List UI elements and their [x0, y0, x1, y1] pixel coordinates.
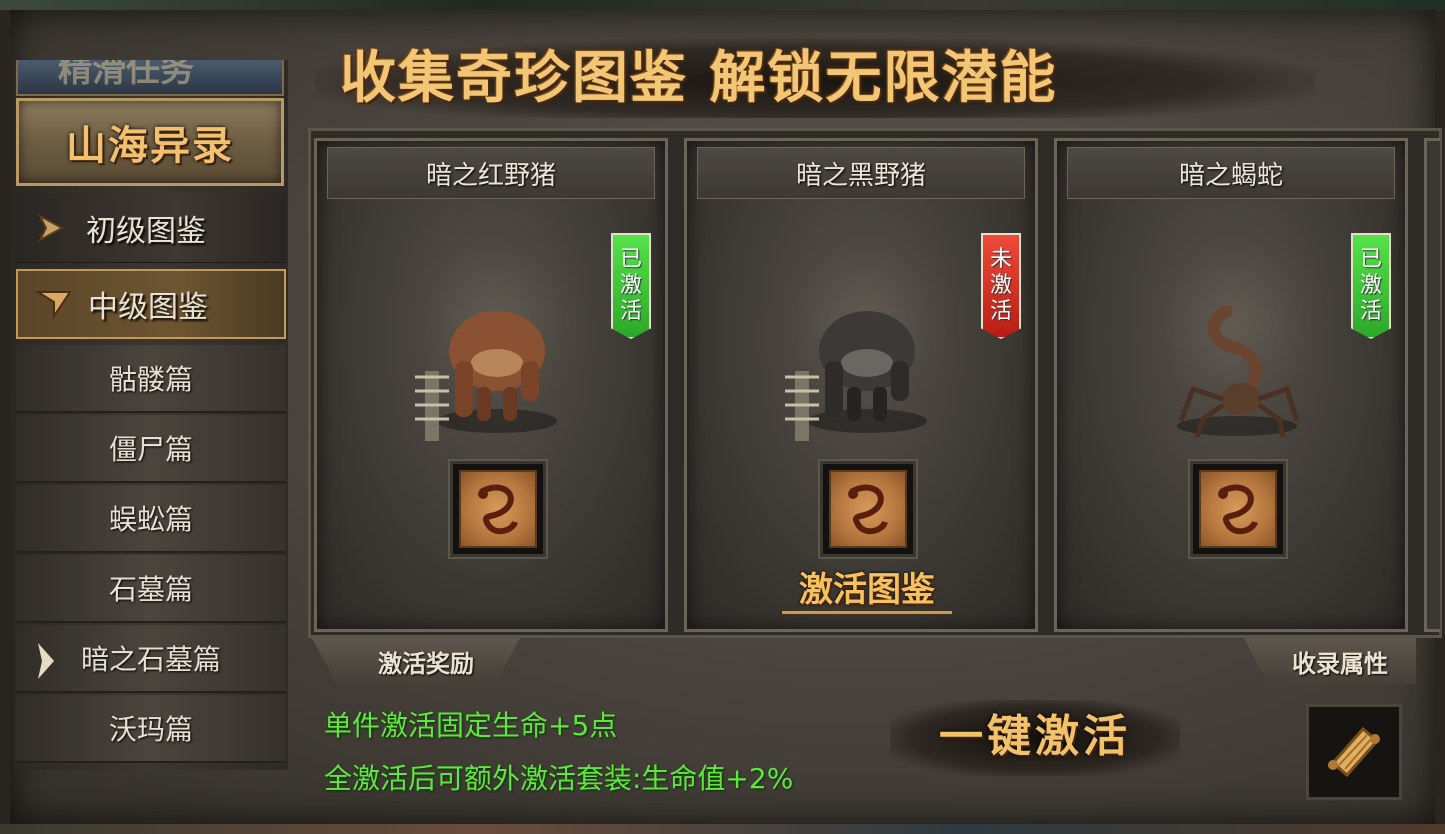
- dragon-emblem-icon: [829, 470, 907, 548]
- selected-arrow-icon: [34, 641, 58, 685]
- chevron-down-icon: [32, 282, 76, 326]
- scroll-icon: [1319, 715, 1389, 789]
- sidebar-item-label: 蜈蚣篇: [108, 503, 193, 536]
- sidebar-item-label: 骷髅篇: [108, 363, 193, 396]
- category-label: 初级图鉴: [86, 213, 206, 249]
- black-boar-icon: [767, 291, 967, 451]
- dragon-emblem-icon: [1199, 470, 1277, 548]
- status-char: 未: [989, 247, 1012, 272]
- sidebar-item-label: 暗之石墓篇: [80, 643, 221, 676]
- status-char: 活: [619, 299, 642, 324]
- sidebar-item-skeleton[interactable]: 骷髅篇: [16, 345, 286, 413]
- activate-codex-button[interactable]: 激活图鉴: [782, 566, 952, 614]
- collection-attributes-label: 收录属性: [1292, 648, 1388, 678]
- sidebar-item-stone-tomb[interactable]: 石墓篇: [16, 555, 286, 623]
- status-badge: 已 激 活: [611, 233, 651, 339]
- sidebar-section-title-label: 山海异录: [66, 122, 234, 169]
- top-scene-strip: [0, 0, 1445, 10]
- reward-line: 单件激活固定生命+5点: [324, 709, 618, 742]
- status-char: 活: [989, 299, 1012, 324]
- card-title: 暗之红野猪: [425, 160, 556, 191]
- status-char: 激: [619, 273, 642, 298]
- status-char: 激: [1359, 273, 1382, 298]
- status-badge: 未 激 活: [981, 233, 1021, 339]
- bottom-scene-strip: [0, 824, 1445, 834]
- status-char: 活: [1359, 299, 1382, 324]
- reward-line: 全激活后可额外激活套装:生命值+2%: [324, 762, 794, 795]
- card-title: 暗之黑野猪: [795, 160, 926, 191]
- category-label: 中级图鉴: [88, 290, 208, 325]
- chevron-right-icon: [30, 206, 74, 250]
- codex-item-slot[interactable]: [450, 461, 546, 557]
- page-title: 收集奇珍图鉴 解锁无限潜能: [340, 45, 1058, 111]
- activation-reward-label: 激活奖励: [378, 648, 474, 678]
- codex-card[interactable]: 暗之黑野猪 未 激 活 激活图鉴: [684, 138, 1038, 632]
- scorpion-snake-icon: [1137, 291, 1337, 451]
- sidebar-top-tab-label: 精滑任务: [58, 60, 194, 90]
- sidebar-section-title[interactable]: 山海异录: [16, 98, 284, 186]
- red-boar-icon: [397, 291, 597, 451]
- codex-item-slot[interactable]: [1190, 461, 1286, 557]
- sidebar-item-label: 僵尸篇: [108, 433, 193, 466]
- status-char: 已: [1359, 247, 1382, 272]
- scroll-button[interactable]: [1306, 704, 1402, 800]
- card-title-bar: 暗之红野猪: [327, 147, 655, 199]
- sidebar-item-dark-stone-tomb[interactable]: 暗之石墓篇: [16, 625, 286, 693]
- sidebar-top-tab[interactable]: 精滑任务: [16, 60, 284, 96]
- card-title: 暗之蝎蛇: [1178, 160, 1283, 191]
- sidebar-item-woma[interactable]: 沃玛篇: [16, 695, 286, 763]
- collection-attributes-tab[interactable]: 收录属性: [1244, 638, 1416, 684]
- card-title-bar: 暗之蝎蛇: [1067, 147, 1395, 199]
- status-badge: 已 激 活: [1351, 233, 1391, 339]
- next-card-edge: [1424, 138, 1440, 632]
- dragon-emblem-icon: [459, 470, 537, 548]
- status-char: 已: [619, 247, 642, 272]
- sidebar-item-label: 石墓篇: [108, 573, 193, 606]
- codex-item-slot[interactable]: [820, 461, 916, 557]
- card-title-bar: 暗之黑野猪: [697, 147, 1025, 199]
- codex-card[interactable]: 暗之红野猪 已 激 活: [314, 138, 668, 632]
- status-char: 激: [989, 273, 1012, 298]
- category-intermediate-codex[interactable]: 中级图鉴: [16, 269, 286, 339]
- one-key-activate-button[interactable]: 一键激活: [915, 704, 1155, 770]
- codex-card[interactable]: 暗之蝎蛇 已 激 活: [1054, 138, 1408, 632]
- category-basic-codex[interactable]: 初级图鉴: [16, 193, 286, 263]
- sidebar-item-label: 沃玛篇: [108, 713, 193, 746]
- activation-reward-tab: 激活奖励: [312, 638, 520, 684]
- sidebar-item-zombie[interactable]: 僵尸篇: [16, 415, 286, 483]
- sidebar-item-centipede[interactable]: 蜈蚣篇: [16, 485, 286, 553]
